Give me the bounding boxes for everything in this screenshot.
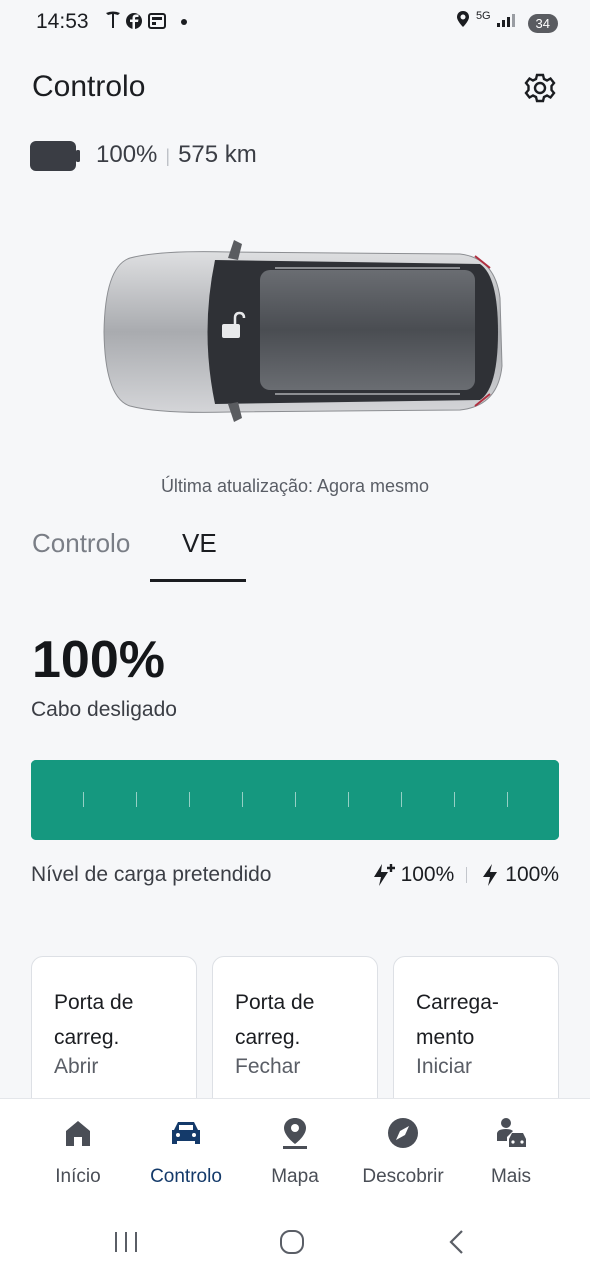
- tab-ve[interactable]: VE: [182, 528, 217, 559]
- nav-inicio[interactable]: Início: [19, 1099, 137, 1201]
- home-icon: [66, 1121, 90, 1146]
- vehicle-battery-icon: [30, 140, 80, 172]
- target-charge-label: Nível de carga pretendido: [31, 863, 272, 886]
- nav-mais[interactable]: Mais: [452, 1099, 570, 1201]
- card-action: Abrir: [54, 1055, 99, 1078]
- fast-charge-icon: [373, 864, 395, 886]
- nav-descobrir[interactable]: Descobrir: [344, 1099, 462, 1201]
- nav-label: Mais: [490, 1166, 532, 1187]
- person-car-icon: [497, 1118, 526, 1147]
- charge-icon: [483, 864, 498, 886]
- nav-label: Descobrir: [362, 1166, 444, 1187]
- back-icon[interactable]: [446, 1228, 466, 1256]
- battery-range: 100% | 575 km: [96, 141, 257, 168]
- battery-percent: 100%: [96, 141, 158, 168]
- target-fast-value: 100%: [400, 863, 455, 886]
- active-tab-indicator: [150, 579, 246, 582]
- charge-tick: [454, 792, 455, 807]
- card-title: Porta de carreg.: [235, 991, 315, 1049]
- location-icon: [457, 11, 470, 27]
- battery-level: 34: [527, 14, 558, 33]
- target-normal-value: 100%: [505, 863, 559, 886]
- card-title: Porta de carreg.: [54, 991, 134, 1049]
- page-title: Controlo: [32, 70, 146, 103]
- nav-label: Início: [55, 1166, 101, 1187]
- cable-status: Cabo desligado: [31, 698, 177, 721]
- system-nav-bar: [0, 1200, 590, 1280]
- charge-tick: [189, 792, 190, 807]
- gear-icon: [524, 73, 556, 103]
- network-label: 5G: [475, 10, 491, 22]
- map-pin-icon: [283, 1118, 307, 1149]
- recent-apps-icon[interactable]: [112, 1230, 140, 1254]
- status-time: 14:53: [36, 10, 89, 33]
- charge-tick: [507, 792, 508, 807]
- charge-tick: [83, 792, 84, 807]
- charge-tick: [136, 792, 137, 807]
- nav-controlo[interactable]: Controlo: [127, 1099, 245, 1201]
- charge-tick: [295, 792, 296, 807]
- car-icon: [172, 1122, 200, 1144]
- status-bar: 14:53 5G 34: [0, 0, 590, 44]
- home-button-icon[interactable]: [279, 1229, 305, 1255]
- nav-mapa[interactable]: Mapa: [236, 1099, 354, 1201]
- notification-icons: [104, 10, 188, 37]
- nav-label: Mapa: [271, 1166, 319, 1187]
- charge-tick: [242, 792, 243, 807]
- target-charge-values: 100% 100%: [371, 862, 559, 888]
- charge-level-slider[interactable]: [31, 760, 559, 840]
- compass-icon: [388, 1118, 418, 1148]
- signal-icon: [497, 14, 516, 27]
- last-update-text: Última atualização: Agora mesmo: [160, 476, 430, 496]
- tab-controlo[interactable]: Controlo: [32, 528, 130, 559]
- charge-tick: [348, 792, 349, 807]
- nav-label: Controlo: [150, 1166, 222, 1187]
- card-title: Carrega-mento: [416, 991, 499, 1049]
- settings-button[interactable]: [522, 70, 558, 106]
- range-km: 575 km: [178, 141, 257, 168]
- tesla-icon: [106, 11, 187, 29]
- card-action: Iniciar: [416, 1055, 473, 1078]
- status-right: 5G 34: [455, 10, 558, 33]
- charge-tick: [401, 792, 402, 807]
- vehicle-image: [100, 238, 505, 424]
- charge-level: 100%: [32, 631, 165, 689]
- bottom-nav: Início Controlo Mapa Descobrir Mais: [0, 1098, 590, 1201]
- card-action: Fechar: [235, 1055, 301, 1078]
